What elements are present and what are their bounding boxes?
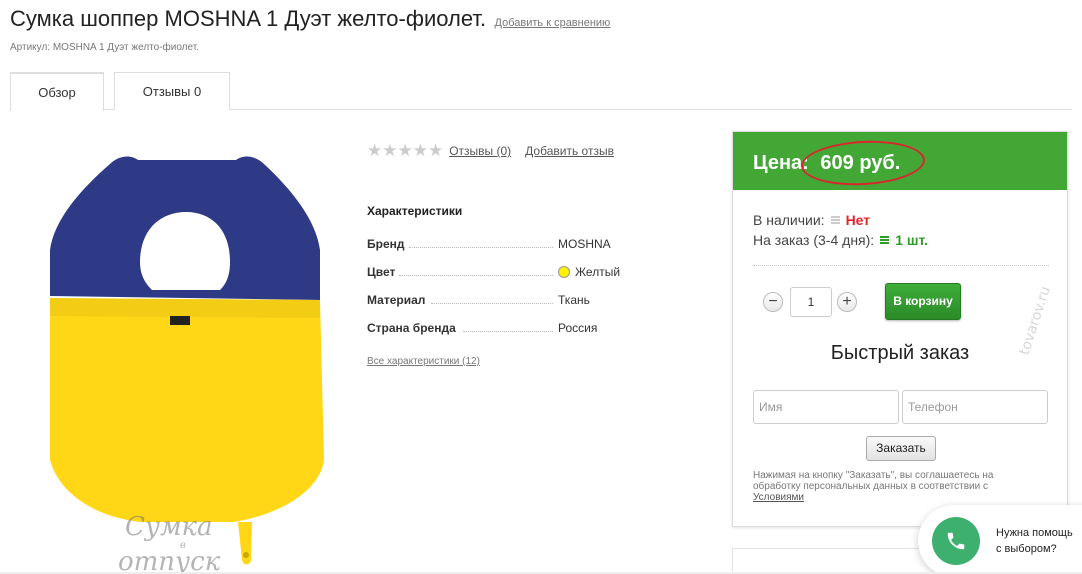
spec-label: Материал bbox=[367, 293, 426, 307]
consent-body: Нажимая на кнопку "Заказать", вы соглаша… bbox=[753, 470, 994, 492]
spec-row-brand: Бренд MOSHNA bbox=[367, 237, 667, 253]
spec-value: MOSHNA bbox=[558, 237, 611, 251]
phone-icon[interactable] bbox=[932, 517, 980, 565]
spec-label: Бренд bbox=[367, 237, 405, 251]
help-line-2: с выбором? bbox=[996, 543, 1057, 555]
reviews-link[interactable]: Отзывы (0) bbox=[449, 144, 511, 158]
spec-row-country: Страна бренда Россия bbox=[367, 321, 667, 337]
in-stock-label: В наличии: bbox=[753, 212, 825, 228]
help-line-1: Нужна помощь bbox=[996, 527, 1073, 539]
rating-row: ★★★★★ Отзывы (0) Добавить отзыв bbox=[367, 141, 628, 161]
spec-value-text: Желтый bbox=[575, 265, 621, 279]
rating-stars[interactable]: ★★★★★ bbox=[367, 141, 443, 161]
color-swatch-icon bbox=[558, 266, 570, 278]
spec-leader bbox=[463, 331, 553, 332]
stock-level-icon bbox=[880, 235, 890, 245]
terms-link[interactable]: Условиями bbox=[753, 492, 804, 503]
help-text: Нужна помощь с выбором? bbox=[996, 525, 1073, 557]
spec-label: Цвет bbox=[367, 265, 396, 279]
divider bbox=[753, 265, 1049, 266]
spec-row-material: Материал Ткань bbox=[367, 293, 667, 309]
preorder-row: На заказ (3-4 дня): 1 шт. bbox=[753, 232, 928, 248]
title-row: Сумка шоппер MOSHNA 1 Дуэт желто-фиолет.… bbox=[10, 6, 610, 32]
stock-level-icon bbox=[830, 215, 840, 225]
spec-leader bbox=[431, 303, 553, 304]
quantity-input[interactable] bbox=[790, 287, 832, 317]
quantity-decrease-button[interactable]: − bbox=[763, 292, 783, 312]
preorder-label: На заказ (3-4 дня): bbox=[753, 232, 875, 248]
product-tabs: Обзор Отзывы 0 bbox=[10, 72, 1072, 111]
spec-value: Ткань bbox=[558, 293, 590, 307]
phone-input[interactable] bbox=[902, 390, 1048, 424]
help-widget[interactable]: Нужна помощь с выбором? bbox=[918, 505, 1082, 574]
quantity-increase-button[interactable]: + bbox=[837, 292, 857, 312]
spec-row-color: Цвет Желтый bbox=[367, 265, 667, 281]
page-title: Сумка шоппер MOSHNA 1 Дуэт желто-фиолет. bbox=[10, 6, 487, 31]
tab-overview[interactable]: Обзор bbox=[10, 72, 104, 111]
spec-label: Страна бренда bbox=[367, 321, 456, 335]
in-stock-row: В наличии: Нет bbox=[753, 212, 870, 228]
spec-value-color: Желтый bbox=[558, 265, 620, 279]
product-image[interactable]: Сумка в отпуск bbox=[30, 150, 340, 574]
add-to-cart-button[interactable]: В корзину bbox=[885, 283, 961, 320]
spec-leader bbox=[409, 247, 553, 248]
add-to-compare-link[interactable]: Добавить к сравнению bbox=[495, 17, 611, 29]
spec-leader bbox=[399, 275, 553, 276]
buy-box: Цена: 609 руб. tovarov.ru В наличии: Нет… bbox=[732, 131, 1068, 527]
svg-text:отпуск: отпуск bbox=[118, 547, 221, 574]
preorder-value: 1 шт. bbox=[895, 232, 929, 248]
consent-text: Нажимая на кнопку "Заказать", вы соглаша… bbox=[753, 470, 1033, 503]
all-specs-link[interactable]: Все характеристики (12) bbox=[367, 356, 480, 367]
name-input[interactable] bbox=[753, 390, 899, 424]
quick-order-submit-button[interactable]: Заказать bbox=[866, 436, 936, 461]
article-number: Артикул: MOSHNA 1 Дуэт желто-фиолет. bbox=[10, 42, 199, 53]
spec-value: Россия bbox=[558, 321, 598, 335]
svg-text:Сумка: Сумка bbox=[125, 512, 213, 542]
in-stock-value: Нет bbox=[845, 212, 871, 228]
watermark-logo: Сумка в отпуск bbox=[118, 512, 221, 574]
specs-title: Характеристики bbox=[367, 204, 463, 218]
tab-reviews[interactable]: Отзывы 0 bbox=[114, 72, 230, 110]
add-review-link[interactable]: Добавить отзыв bbox=[525, 144, 614, 158]
quick-order-title: Быстрый заказ bbox=[830, 342, 970, 364]
